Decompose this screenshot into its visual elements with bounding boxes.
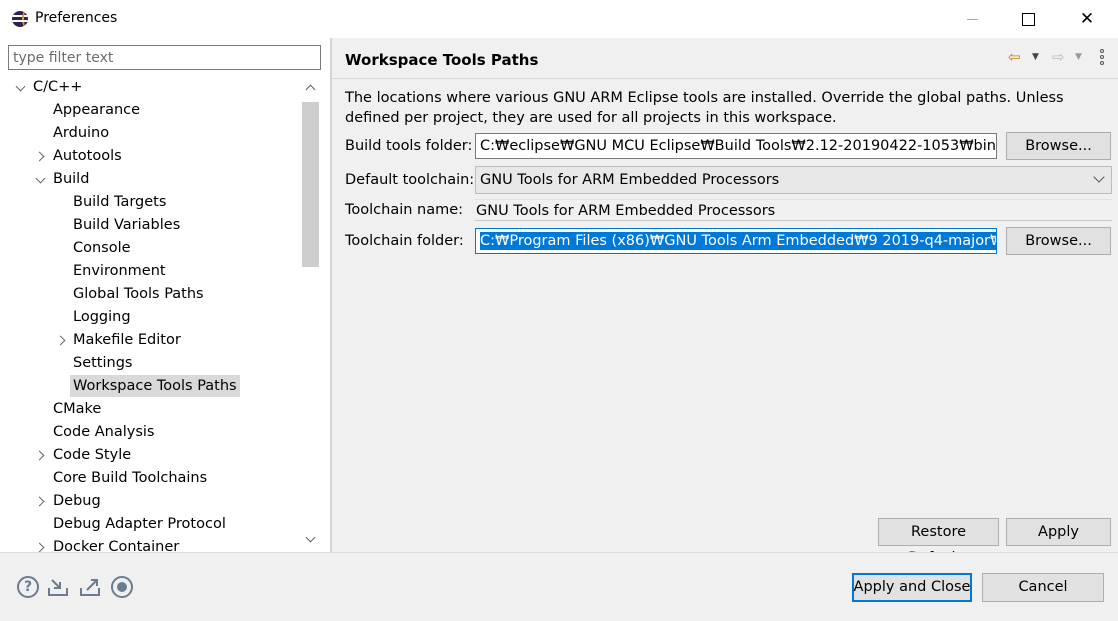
default-toolchain-label: Default toolchain: [345,172,475,188]
tree-item-autotools[interactable]: Autotools [53,145,122,167]
tree-scrollbar[interactable] [300,76,320,552]
tree-item-docker-container[interactable]: Docker Container [53,536,179,552]
tree-item-environment[interactable]: Environment [73,260,166,282]
page-description: The locations where various GNU ARM Ecli… [345,90,1064,126]
tree-item-appearance[interactable]: Appearance [53,99,140,121]
expand-icon[interactable] [35,152,45,162]
toolchain-folder-value: C:₩Program Files (x86)₩GNU Tools Arm Emb… [480,232,996,250]
expand-icon[interactable] [16,83,26,93]
preferences-tree: C/C++ Appearance Arduino Autotools Build… [0,76,320,552]
tree-item-makefile-editor[interactable]: Makefile Editor [73,329,181,351]
tree-item-cpp[interactable]: C/C++ [33,76,82,98]
page-header: Workspace Tools Paths ⇦ ▼ ⇨ ▼ [332,38,1118,79]
tree-item-arduino[interactable]: Arduino [53,122,109,144]
tree-item-build-variables[interactable]: Build Variables [73,214,180,236]
window-title: Preferences [35,10,118,26]
collapse-icon[interactable] [36,175,46,185]
toolchain-name-label: Toolchain name: [345,202,464,218]
preference-page: Workspace Tools Paths ⇦ ▼ ⇨ ▼ The locati… [332,38,1118,566]
toolchain-folder-label: Toolchain folder: [345,233,464,249]
eclipse-icon [12,11,28,27]
tree-item-workspace-tools-paths[interactable]: Workspace Tools Paths [70,375,240,397]
tree-item-build[interactable]: Build [53,168,89,190]
forward-menu-icon[interactable]: ▼ [1075,48,1097,66]
tree-item-global-tools-paths[interactable]: Global Tools Paths [73,283,204,305]
tree-item-cmake[interactable]: CMake [53,398,101,420]
tree-item-build-targets[interactable]: Build Targets [73,191,166,213]
back-arrow-icon[interactable]: ⇦ [1008,48,1030,66]
tree-item-code-analysis[interactable]: Code Analysis [53,421,154,443]
restore-defaults-button[interactable]: Restore Defaults [878,518,999,566]
build-tools-folder-label: Build tools folder: [345,138,473,154]
default-toolchain-value: GNU Tools for ARM Embedded Processors [480,172,780,188]
record-icon[interactable] [111,576,133,598]
tree-item-core-build-toolchains[interactable]: Core Build Toolchains [53,467,207,489]
cancel-button[interactable]: Cancel [982,573,1104,602]
scroll-up-icon[interactable] [304,82,316,94]
browse-build-tools-button[interactable]: Browse... [1006,132,1111,160]
page-title: Workspace Tools Paths [345,51,539,69]
scroll-down-icon[interactable] [304,534,316,546]
expand-icon[interactable] [35,543,45,552]
more-options-icon[interactable] [1098,48,1106,66]
browse-toolchain-folder-button[interactable]: Browse... [1006,227,1111,255]
minimize-button[interactable] [950,0,996,38]
expand-icon[interactable] [56,336,66,346]
expand-icon[interactable] [35,497,45,507]
maximize-button[interactable] [1004,0,1050,38]
default-toolchain-select[interactable]: GNU Tools for ARM Embedded Processors [475,166,1112,194]
apply-and-close-button[interactable]: Apply and Close [852,573,972,602]
scroll-thumb[interactable] [302,102,319,267]
expand-icon[interactable] [35,451,45,461]
tree-item-console[interactable]: Console [73,237,131,259]
close-button[interactable]: ✕ [1064,0,1110,38]
build-tools-folder-input[interactable]: C:₩eclipse₩GNU MCU Eclipse₩Build Tools₩2… [475,133,997,159]
tree-item-debug-adapter-protocol[interactable]: Debug Adapter Protocol [53,513,226,535]
toolchain-folder-input[interactable]: C:₩Program Files (x86)₩GNU Tools Arm Emb… [475,228,997,254]
tree-item-debug[interactable]: Debug [53,490,101,512]
export-icon[interactable] [79,576,101,598]
help-icon[interactable]: ? [17,576,39,598]
import-icon[interactable] [47,576,69,598]
tree-item-settings[interactable]: Settings [73,352,132,374]
title-bar: Preferences ✕ [0,0,1118,38]
filter-input[interactable] [8,45,321,70]
apply-button[interactable]: Apply [1006,518,1111,546]
chevron-down-icon [1093,171,1105,183]
button-bar: ? Apply and Close Cancel [0,552,1118,621]
back-menu-icon[interactable]: ▼ [1032,48,1054,66]
tree-item-logging[interactable]: Logging [73,306,131,328]
tree-item-code-style[interactable]: Code Style [53,444,131,466]
toolchain-name-value: GNU Tools for ARM Embedded Processors [475,199,1112,221]
forward-arrow-icon[interactable]: ⇨ [1052,48,1074,66]
